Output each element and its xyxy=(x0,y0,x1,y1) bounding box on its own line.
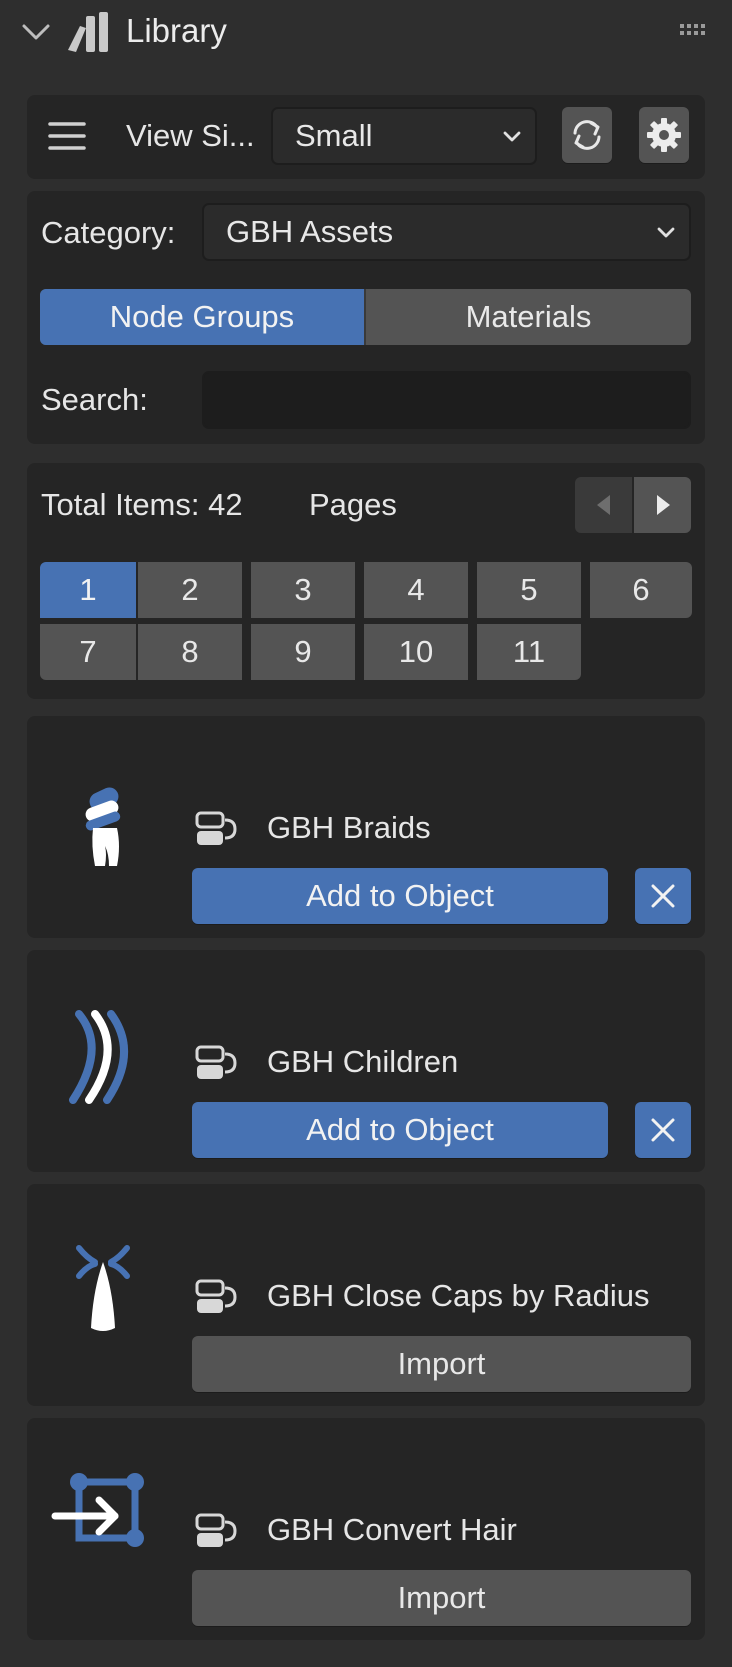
page-button[interactable]: 7 xyxy=(40,624,136,680)
add-to-object-button[interactable]: Add to Object xyxy=(192,1102,608,1158)
view-size-value: Small xyxy=(295,118,373,153)
page-button[interactable]: 10 xyxy=(364,624,468,680)
page-button[interactable]: 2 xyxy=(138,562,242,618)
refresh-icon xyxy=(573,120,601,150)
category-value: GBH Assets xyxy=(226,214,394,249)
asset-card: GBH Convert Hair Import xyxy=(27,1418,705,1640)
tab-node-groups[interactable]: Node Groups xyxy=(40,289,364,345)
node-group-icon xyxy=(195,1045,237,1079)
refresh-button[interactable] xyxy=(562,107,612,163)
triangle-left-icon xyxy=(596,495,610,515)
convert-hair-icon xyxy=(51,1473,144,1547)
view-size-dropdown[interactable]: Small xyxy=(271,107,537,165)
page-grid: 1 2 3 4 5 6 7 8 9 10 11 xyxy=(40,562,692,681)
chevron-down-icon xyxy=(657,227,675,238)
triangle-right-icon xyxy=(656,495,670,515)
search-input[interactable] xyxy=(202,371,691,429)
braids-icon xyxy=(85,787,121,866)
children-curves-icon xyxy=(69,1010,128,1104)
page-button[interactable]: 9 xyxy=(251,624,355,680)
tab-materials[interactable]: Materials xyxy=(366,289,691,345)
library-books-icon xyxy=(68,12,108,52)
search-label: Search: xyxy=(41,382,148,417)
node-group-icon xyxy=(195,1279,237,1313)
page-button[interactable]: 11 xyxy=(477,624,581,680)
node-group-icon xyxy=(195,811,237,845)
asset-card: GBH Children Add to Object xyxy=(27,950,705,1172)
asset-name: GBH Convert Hair xyxy=(267,1512,517,1547)
next-page-button[interactable] xyxy=(634,477,691,533)
asset-card: GBH Close Caps by Radius Import xyxy=(27,1184,705,1406)
import-button[interactable]: Import xyxy=(192,1570,691,1626)
add-to-object-button[interactable]: Add to Object xyxy=(192,868,608,924)
page-button[interactable]: 6 xyxy=(590,562,692,618)
page-button[interactable]: 5 xyxy=(477,562,581,618)
drag-grip-icon[interactable] xyxy=(678,22,710,38)
close-icon xyxy=(651,1118,675,1142)
toolbar-panel: View Si... Small xyxy=(27,95,705,179)
close-icon xyxy=(651,884,675,908)
filter-panel: Category: GBH Assets Node Groups Materia… xyxy=(27,191,705,444)
close-caps-icon xyxy=(76,1245,130,1331)
page-button[interactable]: 3 xyxy=(251,562,355,618)
pagination-panel: Total Items: 42 Pages 1 2 3 4 5 6 7 8 9 … xyxy=(27,463,705,699)
category-dropdown[interactable]: GBH Assets xyxy=(202,203,691,261)
hamburger-menu-icon[interactable] xyxy=(47,119,87,153)
import-button[interactable]: Import xyxy=(192,1336,691,1392)
asset-name: GBH Children xyxy=(267,1044,459,1079)
settings-button[interactable] xyxy=(639,107,689,163)
page-nav xyxy=(575,477,691,533)
asset-card: GBH Braids Add to Object xyxy=(27,716,705,938)
chevron-down-icon[interactable] xyxy=(18,14,54,50)
page-button[interactable]: 4 xyxy=(364,562,468,618)
panel-header[interactable]: Library xyxy=(0,0,732,72)
total-items-text: Total Items: 42 xyxy=(41,487,243,522)
page-button[interactable]: 1 xyxy=(40,562,136,618)
view-size-label: View Si... xyxy=(126,118,255,153)
remove-button[interactable] xyxy=(635,1102,691,1158)
remove-button[interactable] xyxy=(635,868,691,924)
asset-name: GBH Braids xyxy=(267,810,431,845)
node-group-icon xyxy=(195,1513,237,1547)
asset-name: GBH Close Caps by Radius xyxy=(267,1278,650,1313)
chevron-down-icon xyxy=(503,131,521,142)
prev-page-button[interactable] xyxy=(575,477,632,533)
pages-label: Pages xyxy=(309,487,397,522)
category-label: Category: xyxy=(41,215,176,250)
asset-type-tabs: Node Groups Materials xyxy=(40,289,691,345)
panel-title: Library xyxy=(126,12,227,49)
page-button[interactable]: 8 xyxy=(138,624,242,680)
gear-icon xyxy=(647,118,681,152)
